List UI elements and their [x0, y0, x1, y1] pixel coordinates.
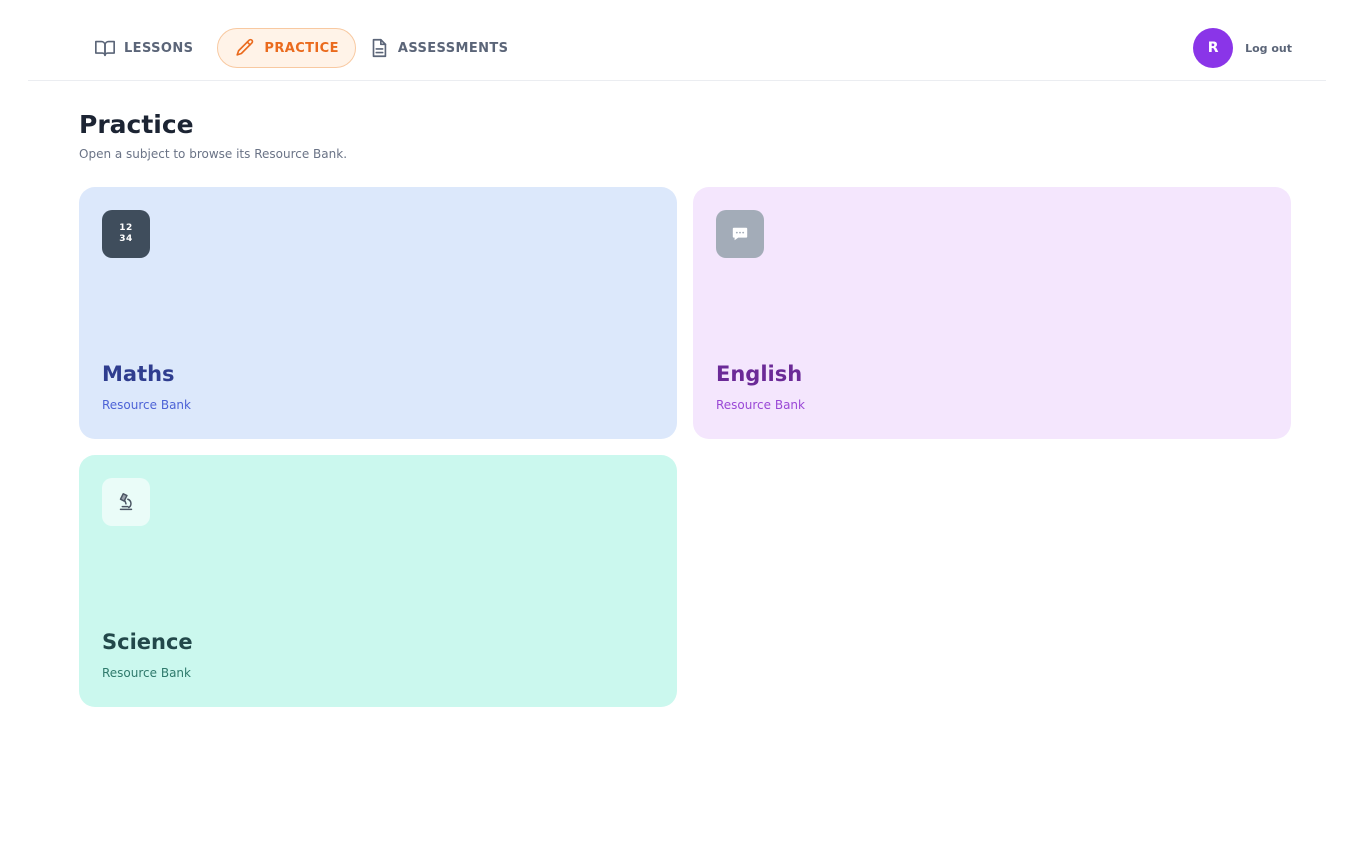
subject-card-maths[interactable]: 12 34 Maths Resource Bank [79, 187, 677, 439]
subject-label: Resource Bank [102, 666, 191, 680]
page-title: Practice [79, 110, 194, 139]
book-icon [94, 37, 116, 59]
page-subtitle: Open a subject to browse its Resource Ba… [79, 147, 348, 161]
subject-card-english[interactable]: English Resource Bank [693, 187, 1291, 439]
user-area: R Log out [1193, 28, 1292, 68]
logout-link[interactable]: Log out [1245, 42, 1292, 55]
subject-label: Resource Bank [716, 398, 805, 412]
subject-title: Science [102, 630, 193, 654]
top-bar: LESSONS PRACTICE ASSESSMENTS R Log out [28, 20, 1326, 81]
numbers-icon-top: 12 [119, 223, 133, 233]
nav-lessons[interactable]: LESSONS [90, 28, 209, 68]
speech-bubble-icon [716, 210, 764, 258]
numbers-icon: 12 34 [102, 210, 150, 258]
avatar-initial: R [1207, 40, 1219, 56]
avatar[interactable]: R [1193, 28, 1234, 68]
subject-title: English [716, 362, 803, 386]
nav-lessons-label: LESSONS [124, 40, 194, 56]
main-nav: LESSONS PRACTICE ASSESSMENTS [90, 28, 524, 68]
subject-card-science[interactable]: Science Resource Bank [79, 455, 677, 707]
microscope-icon [102, 478, 150, 526]
pencil-icon [234, 37, 256, 59]
nav-assessments-label: ASSESSMENTS [397, 40, 509, 56]
nav-assessments[interactable]: ASSESSMENTS [364, 28, 525, 68]
numbers-icon-bottom: 34 [119, 234, 133, 244]
subject-title: Maths [102, 362, 175, 386]
nav-practice[interactable]: PRACTICE [217, 28, 356, 68]
document-icon [368, 37, 390, 59]
subject-label: Resource Bank [102, 398, 191, 412]
nav-practice-label: PRACTICE [264, 40, 339, 56]
